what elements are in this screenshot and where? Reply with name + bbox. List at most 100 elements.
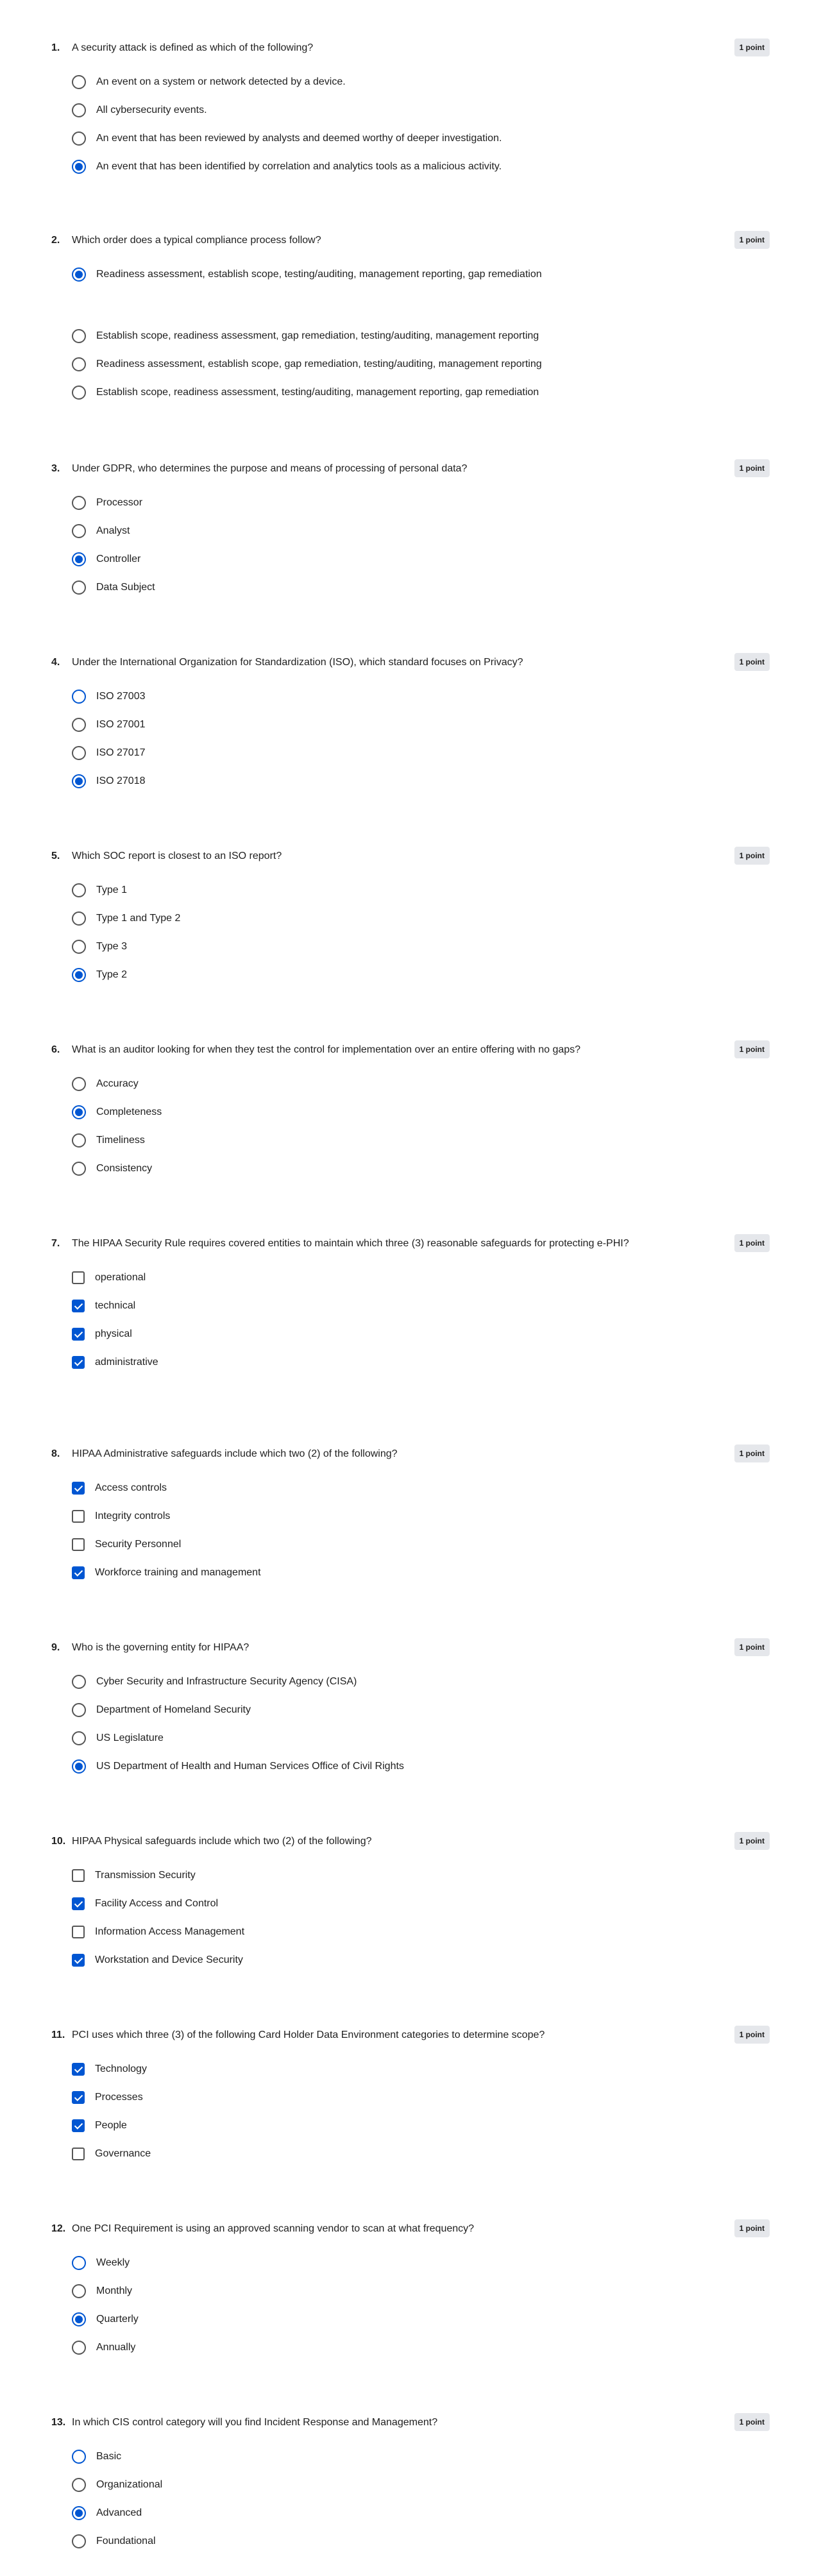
- radio-button[interactable]: [72, 75, 86, 89]
- checkbox[interactable]: [72, 2119, 85, 2132]
- radio-button[interactable]: [72, 160, 86, 174]
- radio-button[interactable]: [72, 267, 86, 282]
- radio-button[interactable]: [72, 1077, 86, 1091]
- radio-option-3[interactable]: Controller: [72, 545, 770, 573]
- radio-button[interactable]: [72, 2256, 86, 2270]
- radio-option-3[interactable]: Readiness assessment, establish scope, g…: [72, 350, 770, 378]
- radio-button[interactable]: [72, 1759, 86, 1774]
- radio-option-3[interactable]: ISO 27017: [72, 739, 770, 767]
- radio-option-3[interactable]: US Legislature: [72, 1724, 770, 1752]
- radio-option-1[interactable]: ISO 27003: [72, 682, 770, 711]
- checkbox[interactable]: [72, 2091, 85, 2104]
- radio-button[interactable]: [72, 2534, 86, 2548]
- radio-option-2[interactable]: Analyst: [72, 517, 770, 545]
- radio-button[interactable]: [72, 386, 86, 400]
- radio-button[interactable]: [72, 1731, 86, 1745]
- checkbox-option-3[interactable]: Information Access Management: [72, 1918, 770, 1946]
- checkbox-option-4[interactable]: Governance: [72, 2140, 770, 2168]
- radio-option-3[interactable]: Quarterly: [72, 2305, 770, 2334]
- radio-option-1[interactable]: Weekly: [72, 2249, 770, 2277]
- checkbox-option-2[interactable]: Facility Access and Control: [72, 1890, 770, 1918]
- radio-button[interactable]: [72, 496, 86, 510]
- radio-option-1[interactable]: Readiness assessment, establish scope, t…: [72, 260, 770, 289]
- radio-option-1[interactable]: An event on a system or network detected…: [72, 68, 770, 96]
- radio-button[interactable]: [72, 1162, 86, 1176]
- radio-option-4[interactable]: Annually: [72, 2334, 770, 2362]
- radio-option-2[interactable]: Completeness: [72, 1098, 770, 1126]
- radio-button[interactable]: [72, 357, 86, 371]
- radio-option-4[interactable]: Foundational: [72, 2527, 770, 2555]
- radio-option-3[interactable]: Timeliness: [72, 1126, 770, 1155]
- radio-option-2[interactable]: Type 1 and Type 2: [72, 904, 770, 933]
- radio-option-2[interactable]: Monthly: [72, 2277, 770, 2305]
- checkbox-option-2[interactable]: Processes: [72, 2083, 770, 2112]
- checkbox-option-3[interactable]: People: [72, 2112, 770, 2140]
- radio-option-3[interactable]: Advanced: [72, 2499, 770, 2527]
- radio-button[interactable]: [72, 718, 86, 732]
- radio-button[interactable]: [72, 883, 86, 897]
- radio-option-4[interactable]: An event that has been identified by cor…: [72, 153, 770, 181]
- checkbox[interactable]: [72, 1538, 85, 1551]
- radio-option-4[interactable]: Consistency: [72, 1155, 770, 1183]
- radio-option-3[interactable]: An event that has been reviewed by analy…: [72, 124, 770, 153]
- checkbox[interactable]: [72, 1926, 85, 1938]
- radio-option-2[interactable]: ISO 27001: [72, 711, 770, 739]
- radio-button[interactable]: [72, 103, 86, 117]
- checkbox[interactable]: [72, 1954, 85, 1967]
- checkbox-option-4[interactable]: Workforce training and management: [72, 1559, 770, 1587]
- checkbox[interactable]: [72, 1566, 85, 1579]
- radio-button[interactable]: [72, 524, 86, 538]
- checkbox[interactable]: [72, 1482, 85, 1495]
- radio-button[interactable]: [72, 1133, 86, 1148]
- radio-button[interactable]: [72, 911, 86, 926]
- radio-option-1[interactable]: Processor: [72, 489, 770, 517]
- checkbox[interactable]: [72, 1897, 85, 1910]
- checkbox[interactable]: [72, 2063, 85, 2076]
- radio-option-1[interactable]: Type 1: [72, 876, 770, 904]
- checkbox[interactable]: [72, 1271, 85, 1284]
- radio-option-4[interactable]: Data Subject: [72, 573, 770, 602]
- checkbox-option-2[interactable]: Integrity controls: [72, 1502, 770, 1530]
- checkbox-option-1[interactable]: operational: [72, 1264, 770, 1292]
- checkbox-option-4[interactable]: administrative: [72, 1348, 770, 1377]
- radio-option-1[interactable]: Cyber Security and Infrastructure Securi…: [72, 1668, 770, 1696]
- radio-button[interactable]: [72, 2312, 86, 2326]
- checkbox-option-1[interactable]: Technology: [72, 2055, 770, 2083]
- radio-button[interactable]: [72, 2506, 86, 2520]
- checkbox-option-2[interactable]: technical: [72, 1292, 770, 1320]
- radio-option-4[interactable]: US Department of Health and Human Servic…: [72, 1752, 770, 1781]
- checkbox[interactable]: [72, 1328, 85, 1341]
- radio-button[interactable]: [72, 2341, 86, 2355]
- radio-option-2[interactable]: Department of Homeland Security: [72, 1696, 770, 1724]
- radio-button[interactable]: [72, 690, 86, 704]
- checkbox[interactable]: [72, 1510, 85, 1523]
- checkbox[interactable]: [72, 1869, 85, 1882]
- radio-option-4[interactable]: Type 2: [72, 961, 770, 989]
- radio-button[interactable]: [72, 2450, 86, 2464]
- radio-option-4[interactable]: Establish scope, readiness assessment, t…: [72, 378, 770, 407]
- radio-option-2[interactable]: All cybersecurity events.: [72, 96, 770, 124]
- radio-option-4[interactable]: ISO 27018: [72, 767, 770, 795]
- radio-button[interactable]: [72, 552, 86, 566]
- radio-option-3[interactable]: Type 3: [72, 933, 770, 961]
- checkbox[interactable]: [72, 1356, 85, 1369]
- checkbox-option-3[interactable]: physical: [72, 1320, 770, 1348]
- checkbox[interactable]: [72, 2148, 85, 2160]
- radio-button[interactable]: [72, 746, 86, 760]
- radio-option-1[interactable]: Basic: [72, 2443, 770, 2471]
- radio-button[interactable]: [72, 2284, 86, 2298]
- radio-button[interactable]: [72, 580, 86, 595]
- radio-button[interactable]: [72, 968, 86, 982]
- radio-option-1[interactable]: Accuracy: [72, 1070, 770, 1098]
- radio-button[interactable]: [72, 1675, 86, 1689]
- radio-button[interactable]: [72, 2478, 86, 2492]
- radio-button[interactable]: [72, 131, 86, 146]
- checkbox-option-4[interactable]: Workstation and Device Security: [72, 1946, 770, 1974]
- radio-option-2[interactable]: Establish scope, readiness assessment, g…: [72, 322, 770, 350]
- radio-button[interactable]: [72, 940, 86, 954]
- checkbox-option-1[interactable]: Transmission Security: [72, 1861, 770, 1890]
- radio-option-2[interactable]: Organizational: [72, 2471, 770, 2499]
- checkbox-option-3[interactable]: Security Personnel: [72, 1530, 770, 1559]
- radio-button[interactable]: [72, 329, 86, 343]
- checkbox-option-1[interactable]: Access controls: [72, 1474, 770, 1502]
